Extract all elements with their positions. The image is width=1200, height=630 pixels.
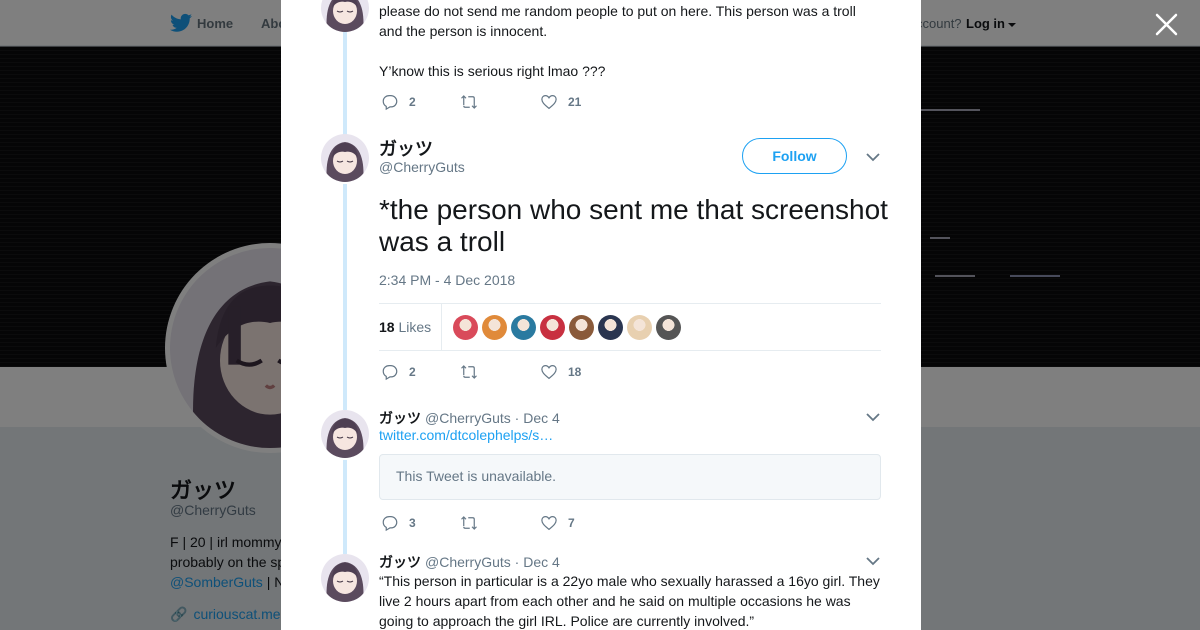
likes-label: Likes [398, 319, 432, 335]
tweet-text: and the person is innocent. [379, 23, 548, 39]
liker-avatar[interactable] [627, 315, 652, 340]
heart-icon [541, 516, 557, 531]
tweet-text: “This person in particular is a 22yo mal… [379, 573, 880, 589]
author-name: ガッツ [379, 554, 421, 570]
reply-count: 2 [409, 95, 416, 109]
retweet-button[interactable] [460, 513, 488, 533]
author-meta: @CherryGuts · Dec 4 [425, 410, 560, 426]
heart-icon [541, 365, 557, 380]
liker-avatar[interactable] [656, 315, 681, 340]
tweet-text: going to approach the girl IRL. Police a… [379, 613, 755, 629]
tweet-text-large: *the person who sent me that screenshot … [379, 194, 888, 257]
like-button[interactable]: 18 [540, 362, 581, 382]
author-handle[interactable]: @CherryGuts [379, 159, 465, 175]
avatar[interactable] [321, 554, 369, 602]
chevron-down-icon[interactable] [865, 553, 881, 569]
author-name: ガッツ [379, 410, 421, 426]
tweet-link[interactable]: twitter.com/dtcolephelps/s… [379, 427, 553, 443]
reply-button[interactable]: 3 [381, 513, 416, 533]
reply-author[interactable]: ガッツ @CherryGuts · Dec 4 [379, 552, 560, 572]
like-count: 7 [568, 516, 575, 530]
liker-avatar[interactable] [482, 315, 507, 340]
follow-button[interactable]: Follow [742, 138, 847, 174]
unavailable-quote: This Tweet is unavailable. [379, 454, 881, 500]
avatar[interactable] [321, 134, 369, 182]
author-name[interactable]: ガッツ [379, 135, 433, 161]
liker-avatar[interactable] [453, 315, 478, 340]
reply-button[interactable]: 2 [381, 362, 416, 382]
like-button[interactable]: 7 [540, 513, 575, 533]
retweet-icon [461, 95, 477, 109]
tweet-actions: 2 21 [381, 92, 681, 112]
tweet-timestamp[interactable]: 2:34 PM - 4 Dec 2018 [379, 272, 515, 288]
like-count: 18 [568, 365, 582, 379]
liker-avatar[interactable] [569, 315, 594, 340]
likes-count: 18 [379, 319, 395, 335]
tweet-text: please do not send me random people to p… [379, 3, 856, 19]
like-count: 21 [568, 95, 582, 109]
like-button[interactable]: 21 [540, 92, 581, 112]
reply-icon [382, 516, 398, 532]
liker-avatar[interactable] [540, 315, 565, 340]
liker-avatars [453, 315, 685, 340]
reply-count: 3 [409, 516, 416, 530]
retweet-icon [461, 365, 477, 379]
tweet-stats: 18 Likes [379, 303, 881, 351]
liker-avatar[interactable] [598, 315, 623, 340]
avatar[interactable] [321, 410, 369, 458]
chevron-down-icon[interactable] [865, 409, 881, 425]
heart-icon [541, 95, 557, 110]
liker-avatar[interactable] [511, 315, 536, 340]
tweet-text: live 2 hours apart from each other and h… [379, 593, 851, 609]
avatar[interactable] [321, 0, 369, 32]
tweet-text: Y’know this is serious right lmao ??? [379, 63, 606, 79]
likes-stat[interactable]: 18 Likes [379, 319, 431, 335]
reply-icon [382, 95, 398, 111]
close-icon[interactable] [1153, 11, 1180, 38]
retweet-button[interactable] [460, 92, 488, 112]
chevron-down-icon[interactable] [865, 149, 881, 165]
stats-divider [441, 304, 442, 350]
tweet-actions: 3 7 [381, 513, 681, 533]
reply-button[interactable]: 2 [381, 92, 416, 112]
retweet-button[interactable] [460, 362, 488, 382]
thread-line [343, 184, 347, 410]
thread-line [343, 460, 347, 554]
tweet-actions: 2 18 [381, 362, 681, 382]
author-meta: @CherryGuts · Dec 4 [425, 554, 560, 570]
reply-author[interactable]: ガッツ @CherryGuts · Dec 4 [379, 408, 560, 428]
tweet-modal: please do not send me random people to p… [281, 0, 921, 630]
reply-count: 2 [409, 365, 416, 379]
reply-icon [382, 365, 398, 381]
retweet-icon [461, 516, 477, 530]
